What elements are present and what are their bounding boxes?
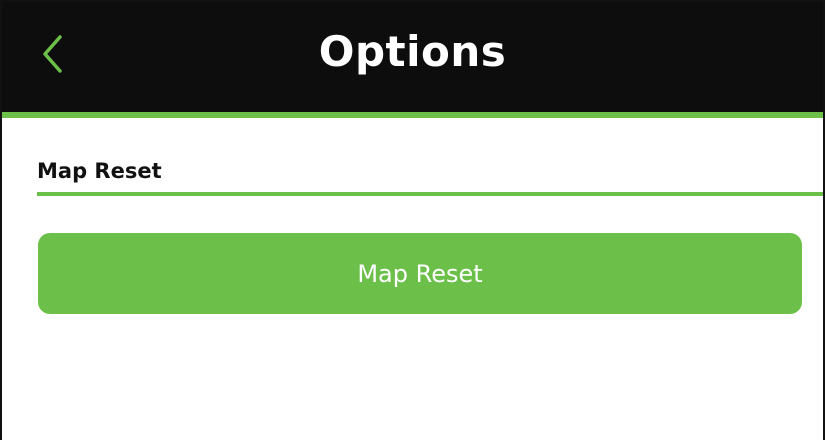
section-heading: Map Reset [37,159,162,183]
header-divider [2,112,823,118]
section-divider [37,192,823,196]
header-bar: Options [2,2,823,112]
options-screen: Options Map Reset Map Reset [0,0,825,440]
page-title: Options [318,27,507,76]
map-reset-button-label: Map Reset [357,259,483,288]
map-reset-button[interactable]: Map Reset [38,233,802,314]
